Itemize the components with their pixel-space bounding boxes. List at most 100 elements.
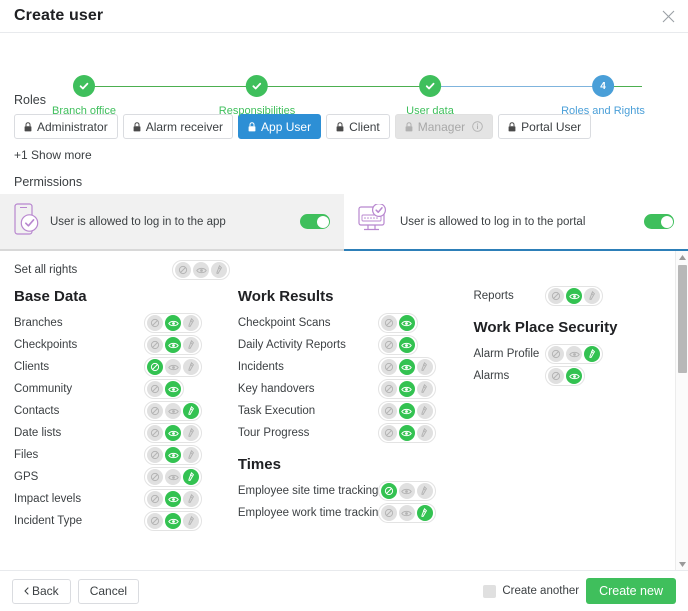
rights-tri-toggle[interactable] bbox=[144, 335, 202, 355]
edit-pencil-icon[interactable] bbox=[417, 505, 433, 521]
rights-tri-toggle[interactable] bbox=[378, 503, 436, 523]
view-eye-icon[interactable] bbox=[399, 359, 415, 375]
permission-panel-portal[interactable]: User is allowed to log in to the portal bbox=[344, 194, 688, 251]
scroll-up-arrow-icon[interactable] bbox=[676, 251, 688, 263]
no-access-icon[interactable] bbox=[147, 359, 163, 375]
edit-pencil-icon[interactable] bbox=[417, 381, 433, 397]
rights-tri-toggle[interactable] bbox=[378, 313, 418, 333]
no-access-icon[interactable] bbox=[548, 288, 564, 304]
view-eye-icon[interactable] bbox=[165, 315, 181, 331]
edit-pencil-icon[interactable] bbox=[183, 425, 199, 441]
role-chip-alarm-receiver[interactable]: Alarm receiver bbox=[123, 114, 233, 139]
edit-pencil-icon[interactable] bbox=[183, 359, 199, 375]
rights-tri-toggle[interactable] bbox=[378, 401, 436, 421]
rights-tri-toggle[interactable] bbox=[144, 511, 202, 531]
view-eye-icon[interactable] bbox=[399, 425, 415, 441]
view-eye-icon[interactable] bbox=[165, 403, 181, 419]
scrollbar-thumb[interactable] bbox=[678, 265, 687, 373]
no-access-icon[interactable] bbox=[147, 469, 163, 485]
edit-pencil-icon[interactable] bbox=[584, 288, 600, 304]
view-eye-icon[interactable] bbox=[193, 262, 209, 278]
view-eye-icon[interactable] bbox=[165, 381, 181, 397]
view-eye-icon[interactable] bbox=[165, 447, 181, 463]
no-access-icon[interactable] bbox=[381, 315, 397, 331]
no-access-icon[interactable] bbox=[381, 505, 397, 521]
role-chip-app-user[interactable]: App User bbox=[238, 114, 321, 139]
view-eye-icon[interactable] bbox=[165, 337, 181, 353]
view-eye-icon[interactable] bbox=[399, 381, 415, 397]
no-access-icon[interactable] bbox=[381, 359, 397, 375]
role-chip-client[interactable]: Client bbox=[326, 114, 390, 139]
rights-tri-toggle[interactable] bbox=[144, 489, 202, 509]
edit-pencil-icon[interactable] bbox=[584, 346, 600, 362]
view-eye-icon[interactable] bbox=[399, 505, 415, 521]
no-access-icon[interactable] bbox=[548, 368, 564, 384]
no-access-icon[interactable] bbox=[147, 513, 163, 529]
no-access-icon[interactable] bbox=[381, 425, 397, 441]
role-chip-portal-user[interactable]: Portal User bbox=[498, 114, 591, 139]
no-access-icon[interactable] bbox=[147, 425, 163, 441]
no-access-icon[interactable] bbox=[147, 315, 163, 331]
edit-pencil-icon[interactable] bbox=[417, 425, 433, 441]
rights-tri-toggle[interactable] bbox=[545, 286, 603, 306]
no-access-icon[interactable] bbox=[381, 337, 397, 353]
back-button[interactable]: Back bbox=[12, 579, 71, 604]
edit-pencil-icon[interactable] bbox=[211, 262, 227, 278]
checkbox-box[interactable] bbox=[483, 585, 496, 598]
create-another-checkbox[interactable]: Create another bbox=[483, 585, 579, 598]
permission-toggle-switch[interactable] bbox=[644, 214, 674, 229]
view-eye-icon[interactable] bbox=[566, 288, 582, 304]
edit-pencil-icon[interactable] bbox=[417, 359, 433, 375]
stepper-step-4[interactable]: 4Roles and Rights bbox=[561, 75, 645, 117]
permission-toggle-switch[interactable] bbox=[300, 214, 330, 229]
view-eye-icon[interactable] bbox=[399, 337, 415, 353]
stepper-step-2[interactable]: Responsibilities bbox=[219, 75, 295, 117]
scroll-down-arrow-icon[interactable] bbox=[676, 558, 688, 570]
view-eye-icon[interactable] bbox=[165, 491, 181, 507]
scrollbar-track[interactable] bbox=[676, 263, 688, 558]
view-eye-icon[interactable] bbox=[399, 315, 415, 331]
view-eye-icon[interactable] bbox=[165, 425, 181, 441]
cancel-button[interactable]: Cancel bbox=[78, 579, 139, 604]
show-more-roles-link[interactable]: +1 Show more bbox=[14, 148, 674, 162]
create-new-button[interactable]: Create new bbox=[586, 578, 676, 604]
no-access-icon[interactable] bbox=[381, 483, 397, 499]
view-eye-icon[interactable] bbox=[566, 368, 582, 384]
role-chip-administrator[interactable]: Administrator bbox=[14, 114, 118, 139]
no-access-icon[interactable] bbox=[147, 381, 163, 397]
rights-tri-toggle[interactable] bbox=[378, 335, 418, 355]
no-access-icon[interactable] bbox=[175, 262, 191, 278]
rights-tri-toggle[interactable] bbox=[144, 467, 202, 487]
edit-pencil-icon[interactable] bbox=[417, 483, 433, 499]
rights-tri-toggle[interactable] bbox=[378, 481, 436, 501]
edit-pencil-icon[interactable] bbox=[183, 469, 199, 485]
stepper-step-3[interactable]: User data bbox=[406, 75, 454, 117]
no-access-icon[interactable] bbox=[381, 403, 397, 419]
rights-tri-toggle[interactable] bbox=[144, 401, 202, 421]
rights-tri-toggle[interactable] bbox=[144, 357, 202, 377]
view-eye-icon[interactable] bbox=[165, 513, 181, 529]
no-access-icon[interactable] bbox=[147, 447, 163, 463]
edit-pencil-icon[interactable] bbox=[183, 315, 199, 331]
info-icon[interactable] bbox=[472, 121, 483, 132]
edit-pencil-icon[interactable] bbox=[417, 403, 433, 419]
close-icon[interactable] bbox=[658, 6, 678, 26]
no-access-icon[interactable] bbox=[381, 381, 397, 397]
view-eye-icon[interactable] bbox=[399, 483, 415, 499]
edit-pencil-icon[interactable] bbox=[183, 337, 199, 353]
view-eye-icon[interactable] bbox=[566, 346, 582, 362]
rights-tri-toggle[interactable] bbox=[545, 366, 585, 386]
set-all-rights-tri-toggle[interactable] bbox=[172, 260, 230, 280]
rights-tri-toggle[interactable] bbox=[545, 344, 603, 364]
no-access-icon[interactable] bbox=[147, 337, 163, 353]
rights-scrollbar[interactable] bbox=[675, 251, 688, 570]
rights-tri-toggle[interactable] bbox=[144, 313, 202, 333]
edit-pencil-icon[interactable] bbox=[183, 513, 199, 529]
edit-pencil-icon[interactable] bbox=[183, 447, 199, 463]
rights-tri-toggle[interactable] bbox=[144, 445, 202, 465]
rights-tri-toggle[interactable] bbox=[378, 423, 436, 443]
rights-tri-toggle[interactable] bbox=[144, 423, 202, 443]
rights-tri-toggle[interactable] bbox=[378, 357, 436, 377]
view-eye-icon[interactable] bbox=[399, 403, 415, 419]
permission-panel-app[interactable]: User is allowed to log in to the app bbox=[0, 194, 344, 251]
